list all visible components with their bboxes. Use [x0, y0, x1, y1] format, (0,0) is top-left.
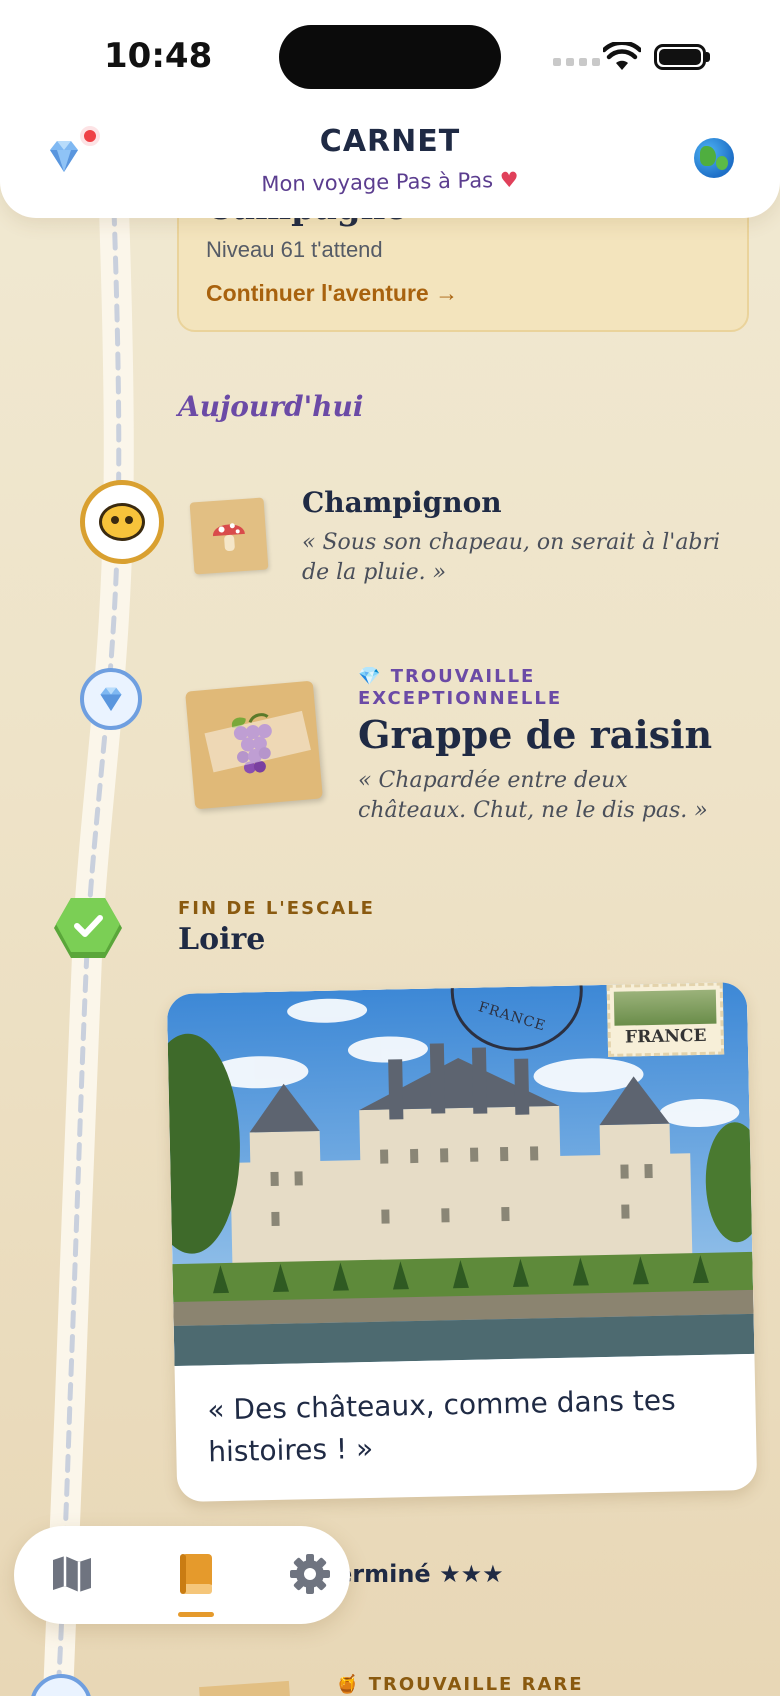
- active-tab-indicator: [178, 1612, 214, 1617]
- tab-map[interactable]: [44, 1546, 100, 1602]
- mushroom-icon: [212, 523, 245, 552]
- battery-icon: [654, 44, 706, 70]
- rarity-text: TROUVAILLE EXCEPTIONNELLE: [358, 666, 563, 709]
- postcard-quote: « Des châteaux, comme dans tes histoires…: [207, 1383, 676, 1469]
- find-paper-grapes[interactable]: [185, 680, 323, 810]
- find-name: Grappe de raisin: [358, 712, 713, 757]
- continue-adventure-link[interactable]: Continuer l'aventure →: [206, 280, 458, 307]
- dynamic-island: [279, 25, 501, 89]
- gem-small-icon: 💎: [358, 666, 383, 687]
- globe-icon[interactable]: [694, 138, 734, 178]
- gear-icon: [290, 1554, 330, 1594]
- section-today: Aujourd'hui: [178, 390, 364, 423]
- app-header: 10:48 CARNET Mon voyage Pas à Pas ♥: [0, 0, 780, 218]
- find-paper-mushroom[interactable]: [189, 497, 269, 575]
- gem-icon: [100, 687, 122, 711]
- book-icon: [180, 1554, 212, 1594]
- rarity-label: 💎 TROUVAILLE EXCEPTIONNELLE: [358, 666, 618, 710]
- app-title: CARNET: [319, 124, 461, 159]
- rarity-text: TROUVAILLE RARE: [368, 1674, 584, 1695]
- status-time: 10:48: [104, 36, 213, 76]
- find-name: Champignon: [302, 486, 502, 519]
- subtitle-text: Mon voyage Pas à Pas: [261, 168, 494, 197]
- tab-bar: [14, 1526, 350, 1624]
- honey-icon: 🍯: [336, 1674, 361, 1695]
- postcard[interactable]: FRANCE FRANCE « Des châteaux, comme dans…: [166, 981, 758, 1503]
- heart-icon: ♥: [499, 167, 519, 193]
- journey-path: [43, 195, 134, 1696]
- completed-rating: erminé ★★★: [336, 1560, 504, 1588]
- battery-cap: [706, 52, 710, 62]
- wifi-icon: [603, 42, 641, 70]
- rarity-label-rare: 🍯 TROUVAILLE RARE: [336, 1674, 584, 1695]
- stamp-image: [613, 989, 717, 1026]
- bee-avatar-node[interactable]: [80, 480, 164, 564]
- stamp-text: FRANCE: [624, 1025, 707, 1048]
- find-quote: « Chapardée entre deux châteaux. Chut, n…: [358, 768, 708, 823]
- app-subtitle: Mon voyage Pas à Pas ♥: [0, 163, 780, 201]
- gem-node[interactable]: [80, 668, 142, 730]
- bee-icon: [99, 503, 145, 541]
- check-badge-icon[interactable]: [54, 896, 122, 960]
- tab-journal[interactable]: [168, 1546, 224, 1602]
- cellular-signal-icon: [553, 58, 600, 66]
- stop-label: FIN DE L'ESCALE: [178, 898, 375, 919]
- tab-settings[interactable]: [282, 1546, 338, 1602]
- map-icon: [53, 1556, 91, 1592]
- find-paper-partial: [199, 1680, 291, 1696]
- france-stamp: FRANCE: [606, 982, 725, 1057]
- campaign-level: Niveau 61 t'attend: [206, 237, 383, 262]
- find-quote: « Sous son chapeau, on serait à l'abri d…: [302, 530, 721, 585]
